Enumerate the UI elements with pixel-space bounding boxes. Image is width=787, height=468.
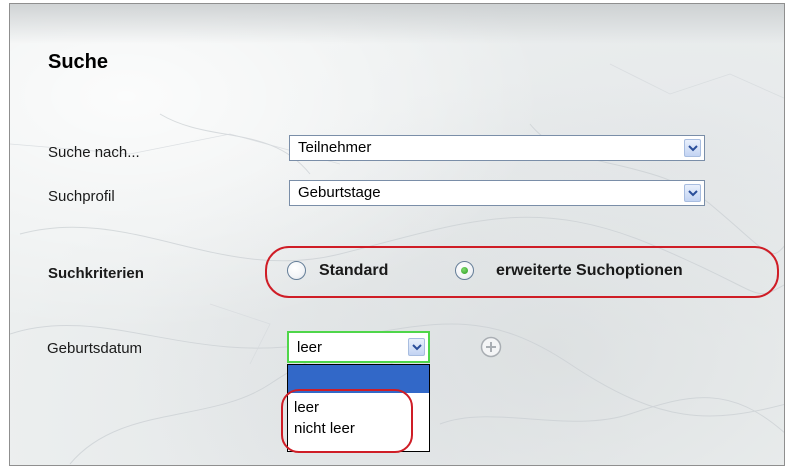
search-profile-label: Suchprofil — [48, 188, 115, 205]
radio-standard[interactable] — [287, 261, 306, 280]
radio-extended-options-label[interactable]: erweiterte Suchoptionen — [496, 262, 683, 280]
search-profile-select[interactable]: Geburtstage — [289, 180, 705, 206]
birthdate-label: Geburtsdatum — [47, 340, 143, 357]
radio-standard-label[interactable]: Standard — [319, 262, 388, 280]
birthdate-value: leer — [297, 339, 323, 356]
search-criteria-label: Suchkriterien — [48, 265, 144, 282]
radio-extended-options[interactable] — [455, 261, 474, 280]
page-title: Suche — [48, 51, 109, 73]
search-for-select[interactable]: Teilnehmer — [289, 135, 705, 161]
search-for-value: Teilnehmer — [298, 139, 372, 156]
search-criteria-radio-group: Standard erweiterte Suchoptionen — [265, 246, 779, 298]
radio-checked-dot — [461, 267, 468, 274]
search-for-label: Suche nach... — [48, 144, 140, 161]
annotation-highlight-options — [281, 389, 413, 453]
chevron-down-icon[interactable] — [684, 184, 701, 202]
plus-circle-icon[interactable] — [480, 336, 502, 358]
chevron-down-icon[interactable] — [684, 139, 701, 157]
chevron-down-icon[interactable] — [408, 338, 425, 356]
search-profile-value: Geburtstage — [298, 184, 381, 201]
birthdate-select[interactable]: leer — [287, 331, 430, 363]
